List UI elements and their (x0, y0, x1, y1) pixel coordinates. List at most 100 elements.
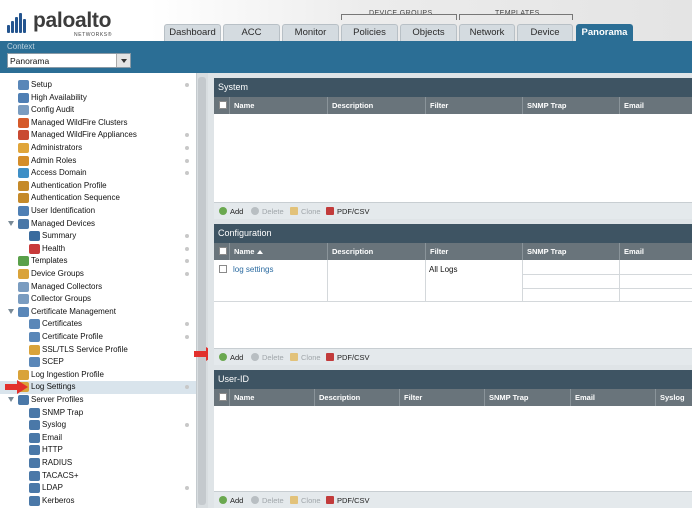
tab-monitor[interactable]: Monitor (282, 24, 339, 41)
system-clone-button[interactable]: Clone (301, 207, 321, 216)
configuration-select-all-checkbox[interactable] (219, 247, 227, 255)
clone-icon (290, 496, 298, 504)
sidebar-item-managed-collectors[interactable]: Managed Collectors (0, 281, 196, 294)
userid-col-description[interactable]: Description (314, 389, 399, 406)
sidebar-item-templates[interactable]: Templates (0, 255, 196, 268)
system-col-filter[interactable]: Filter (425, 97, 522, 114)
system-select-all-checkbox[interactable] (219, 101, 227, 109)
sidebar-item-label: Log Settings (31, 382, 76, 392)
sidebar-item-high-availability[interactable]: High Availability (0, 92, 196, 105)
sidebar-item-http[interactable]: HTTP (0, 444, 196, 457)
sidebar-item-certificate-management[interactable]: Certificate Management (0, 306, 196, 319)
sidebar-item-user-identification[interactable]: User Identification (0, 205, 196, 218)
configuration-clone-button[interactable]: Clone (301, 353, 321, 362)
tab-panorama[interactable]: Panorama (576, 24, 633, 41)
tab-dashboard[interactable]: Dashboard (164, 24, 221, 41)
sidebar-item-tacacs[interactable]: TACACS+ (0, 470, 196, 483)
userid-col-snmp-trap[interactable]: SNMP Trap (484, 389, 570, 406)
user-id-icon (18, 206, 29, 216)
sidebar-scrollbar-thumb[interactable] (198, 77, 206, 505)
userid-col-filter[interactable]: Filter (399, 389, 484, 406)
userid-clone-button[interactable]: Clone (301, 496, 321, 505)
sidebar-item-ssl-tls-service-profile[interactable]: SSL/TLS Service Profile (0, 344, 196, 357)
device-groups-icon (18, 269, 29, 279)
sidebar-item-certificate-profile[interactable]: Certificate Profile (0, 331, 196, 344)
expand-toggle-icon[interactable] (8, 397, 14, 402)
log-settings-link[interactable]: log settings (233, 265, 273, 274)
sidebar-item-admin-roles[interactable]: Admin Roles (0, 155, 196, 168)
sidebar-item-scep[interactable]: SCEP (0, 356, 196, 369)
sidebar-item-label: Summary (42, 231, 77, 241)
context-select[interactable]: Panorama (7, 53, 131, 68)
configuration-col-email[interactable]: Email (619, 243, 692, 260)
tab-network[interactable]: Network (459, 24, 515, 41)
configuration-col-name[interactable]: Name (229, 243, 327, 260)
sidebar-item-label: SNMP Trap (42, 407, 84, 417)
device-groups-bracket (341, 14, 457, 20)
sidebar-item-radius[interactable]: RADIUS (0, 457, 196, 470)
sidebar-item-email[interactable]: Email (0, 432, 196, 445)
userid-select-all-checkbox[interactable] (219, 393, 227, 401)
userid-col-email[interactable]: Email (570, 389, 655, 406)
sidebar-item-label: Device Groups (31, 269, 84, 278)
sidebar-item-config-audit[interactable]: Config Audit (0, 104, 196, 117)
system-col-name[interactable]: Name (229, 97, 327, 114)
status-dot-icon (185, 158, 189, 163)
chevron-down-icon[interactable] (116, 54, 130, 67)
userid-add-button[interactable]: Add (230, 496, 243, 505)
sidebar-item-managed-wildfire-clusters[interactable]: Managed WildFire Clusters (0, 117, 196, 130)
sidebar-item-label: Syslog (42, 420, 67, 430)
userid-pdfcsv-button[interactable]: PDF/CSV (337, 496, 370, 505)
expand-toggle-icon[interactable] (8, 308, 14, 314)
scep-icon (29, 357, 40, 368)
sidebar-item-log-ingestion-profile[interactable]: Log Ingestion Profile (0, 369, 196, 382)
sidebar-item-managed-devices[interactable]: Managed Devices (0, 218, 196, 231)
system-delete-button[interactable]: Delete (262, 207, 284, 216)
system-col-snmp-trap[interactable]: SNMP Trap (522, 97, 619, 114)
configuration-col-description[interactable]: Description (327, 243, 425, 260)
sidebar-item-setup[interactable]: Setup (0, 79, 196, 92)
sidebar-item-kerberos[interactable]: Kerberos (0, 495, 196, 508)
configuration-pdfcsv-button[interactable]: PDF/CSV (337, 353, 370, 362)
configuration-add-button[interactable]: Add (230, 353, 243, 362)
sidebar-item-log-settings[interactable]: Log Settings (0, 381, 196, 394)
sidebar-item-collector-groups[interactable]: Collector Groups (0, 293, 196, 306)
sidebar-item-label: SCEP (42, 357, 64, 367)
sidebar-item-server-profiles[interactable]: Server Profiles (0, 394, 196, 407)
sidebar-item-certificates[interactable]: Certificates (0, 318, 196, 331)
row-checkbox[interactable] (219, 265, 227, 273)
tab-policies[interactable]: Policies (341, 24, 398, 41)
userid-delete-button[interactable]: Delete (262, 496, 284, 505)
sidebar-item-authentication-profile[interactable]: Authentication Profile (0, 180, 196, 193)
system-col-description[interactable]: Description (327, 97, 425, 114)
system-add-button[interactable]: Add (230, 207, 243, 216)
sidebar-item-access-domain[interactable]: Access Domain (0, 167, 196, 180)
certificates-icon (29, 319, 40, 330)
system-pdfcsv-button[interactable]: PDF/CSV (337, 207, 370, 216)
configuration-col-snmp-trap[interactable]: SNMP Trap (522, 243, 619, 260)
sidebar-item-snmp-trap[interactable]: SNMP Trap (0, 407, 196, 420)
sidebar-item-managed-wildfire-appliances[interactable]: Managed WildFire Appliances (0, 129, 196, 142)
userid-table-header: Name Description Filter SNMP Trap Email … (214, 389, 692, 406)
status-dot-icon (185, 259, 189, 264)
sidebar-item-ldap[interactable]: LDAP (0, 482, 196, 495)
tab-device[interactable]: Device (517, 24, 573, 41)
tab-acc[interactable]: ACC (223, 24, 280, 41)
context-label: Context (7, 42, 35, 51)
sidebar-item-device-groups[interactable]: Device Groups (0, 268, 196, 281)
sidebar-item-syslog[interactable]: Syslog (0, 419, 196, 432)
configuration-col-filter[interactable]: Filter (425, 243, 522, 260)
sidebar-item-authentication-sequence[interactable]: Authentication Sequence (0, 192, 196, 205)
configuration-delete-button[interactable]: Delete (262, 353, 284, 362)
expand-toggle-icon[interactable] (8, 220, 14, 226)
ha-icon (18, 92, 29, 103)
sidebar-item-summary[interactable]: Summary (0, 230, 196, 243)
admin-icon (18, 143, 29, 153)
sidebar-item-health[interactable]: Health (0, 243, 196, 256)
system-col-email[interactable]: Email (619, 97, 692, 114)
table-row[interactable]: log settings All Logs (214, 260, 692, 302)
sidebar-item-administrators[interactable]: Administrators (0, 142, 196, 155)
userid-col-name[interactable]: Name (229, 389, 314, 406)
tab-objects[interactable]: Objects (400, 24, 457, 41)
userid-col-syslog[interactable]: Syslog (655, 389, 692, 406)
